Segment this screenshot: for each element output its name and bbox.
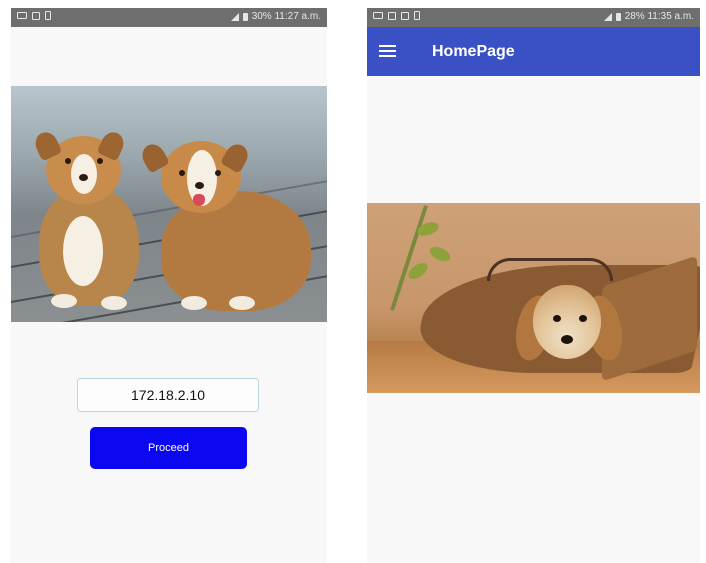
status-bar: 28% 11:35 a.m.	[367, 8, 700, 27]
message-icon	[373, 12, 383, 19]
flag-icon	[401, 11, 409, 20]
ip-address-input[interactable]	[77, 378, 259, 412]
signal-icon	[603, 12, 612, 21]
storage-icon	[45, 11, 51, 20]
status-info: 28% 11:35 a.m.	[603, 11, 694, 22]
hamburger-menu-icon[interactable]	[379, 45, 396, 58]
battery-icon	[615, 12, 621, 21]
puppy-in-bag-photo	[367, 203, 700, 393]
two-puppies-photo	[11, 86, 327, 322]
notification-icons	[17, 11, 51, 20]
notification-icons	[373, 11, 420, 20]
status-text: 30% 11:27 a.m.	[251, 11, 321, 22]
storage-icon	[414, 11, 420, 20]
message-icon	[17, 12, 27, 19]
app-bar: HomePage	[367, 27, 700, 76]
phone-screen-login: 30% 11:27 a.m. 172.18.2.10 Proceed	[11, 8, 327, 563]
status-bar: 30% 11:27 a.m.	[11, 8, 327, 27]
proceed-button[interactable]: Proceed	[90, 427, 247, 469]
page-title: HomePage	[432, 43, 515, 60]
phone-screen-homepage: 28% 11:35 a.m. HomePage	[367, 8, 700, 563]
image-icon	[388, 11, 396, 20]
flag-icon	[32, 11, 40, 20]
signal-icon	[230, 12, 239, 21]
battery-icon	[242, 12, 248, 21]
status-info: 30% 11:27 a.m.	[230, 11, 321, 22]
status-text: 28% 11:35 a.m.	[624, 11, 694, 22]
